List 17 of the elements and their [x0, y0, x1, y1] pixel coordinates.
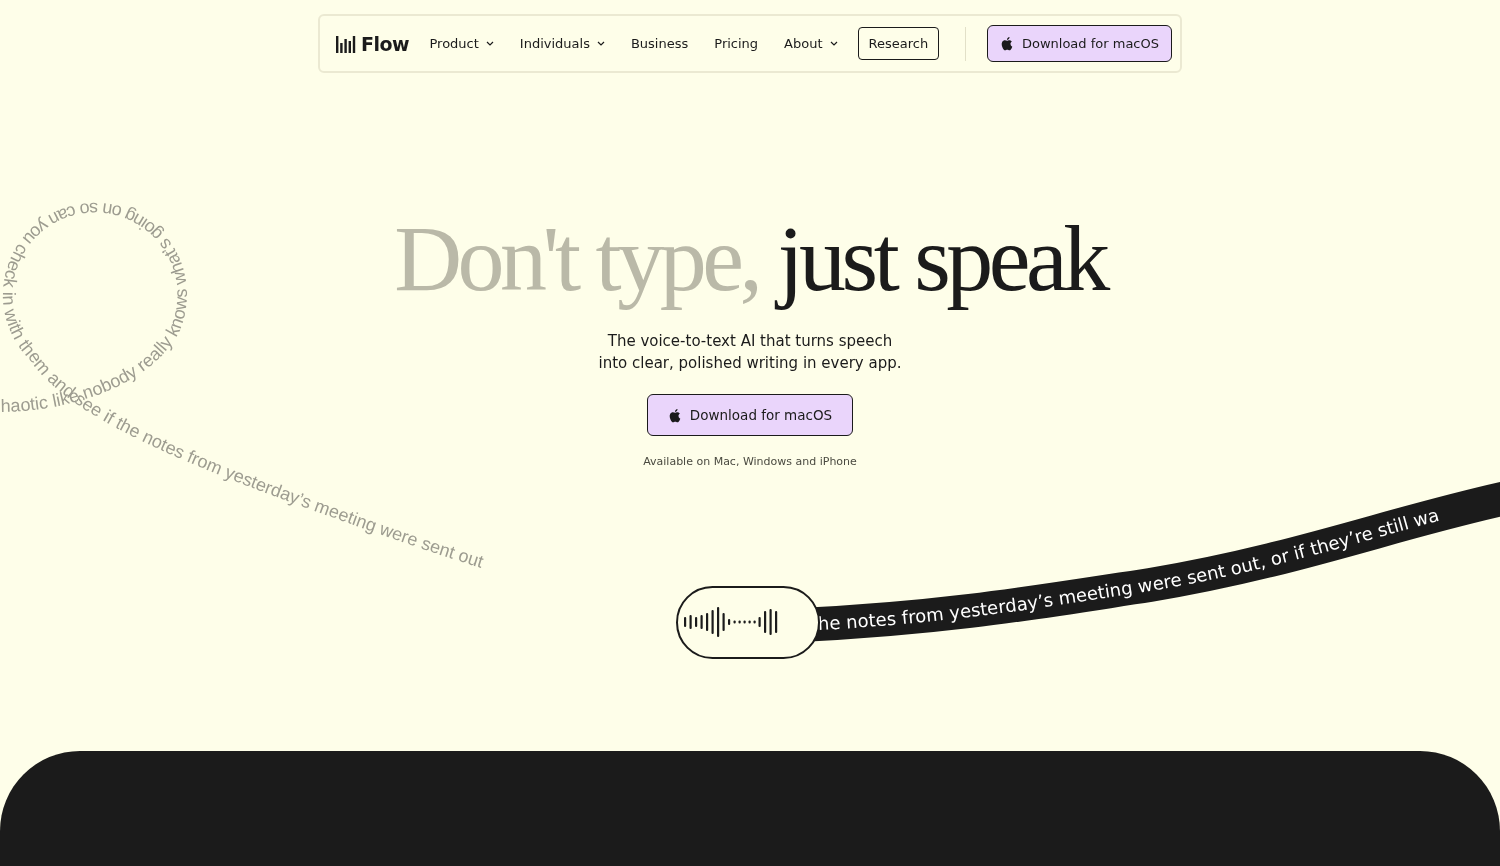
- brand-name[interactable]: Flow: [361, 32, 410, 55]
- headline: Don't type, just speak: [393, 205, 1108, 312]
- nav-link[interactable]: Business: [630, 36, 689, 51]
- nav-link[interactable]: About: [784, 36, 838, 51]
- subtitle: The voice-to-text AI that turns speech into clear, polished writing in every app.: [598, 331, 902, 375]
- download-button[interactable]: Download for macOS: [986, 25, 1172, 62]
- sound-bars-icon[interactable]: [336, 34, 356, 53]
- nav-link[interactable]: Individuals: [519, 36, 605, 51]
- nav-link[interactable]: Product: [429, 36, 494, 51]
- download-button[interactable]: Download for macOS: [646, 394, 854, 437]
- nav-link[interactable]: Pricing: [714, 36, 759, 51]
- apple-icon: [999, 36, 1014, 51]
- apple-icon: [667, 407, 682, 423]
- research-button[interactable]: Research: [857, 27, 940, 60]
- availability-note: Available on Mac, Windows and iPhone: [643, 455, 857, 469]
- waveform-icon: [684, 607, 778, 637]
- polished-transcript-text: he notes from yesterday’s meeting were sent out, or if they’re still wa: [817, 503, 1442, 635]
